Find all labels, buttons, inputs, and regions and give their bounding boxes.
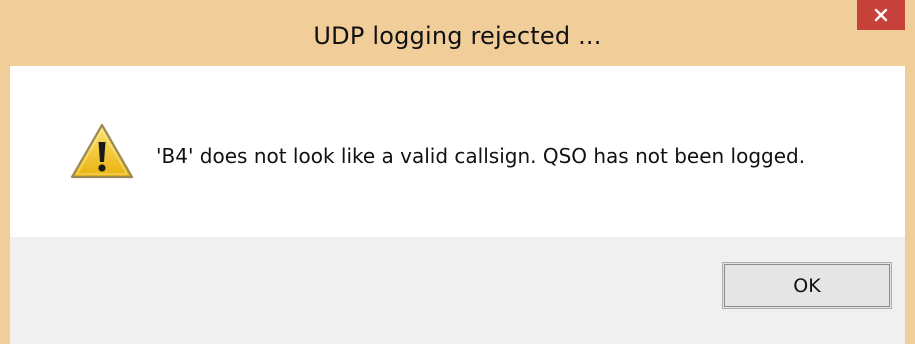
ok-button[interactable]: OK bbox=[722, 262, 892, 309]
dialog-body: 'B4' does not look like a valid callsign… bbox=[10, 66, 905, 344]
close-icon bbox=[874, 8, 888, 22]
dialog-window: UDP logging rejected ... 'B4' does not l… bbox=[0, 0, 915, 344]
close-button[interactable] bbox=[857, 0, 905, 30]
error-message: 'B4' does not look like a valid callsign… bbox=[156, 144, 806, 168]
title-bar[interactable]: UDP logging rejected ... bbox=[0, 0, 915, 66]
button-bar: OK bbox=[10, 237, 905, 344]
message-area: 'B4' does not look like a valid callsign… bbox=[10, 66, 905, 237]
warning-icon bbox=[70, 123, 134, 179]
window-title: UDP logging rejected ... bbox=[313, 22, 602, 50]
